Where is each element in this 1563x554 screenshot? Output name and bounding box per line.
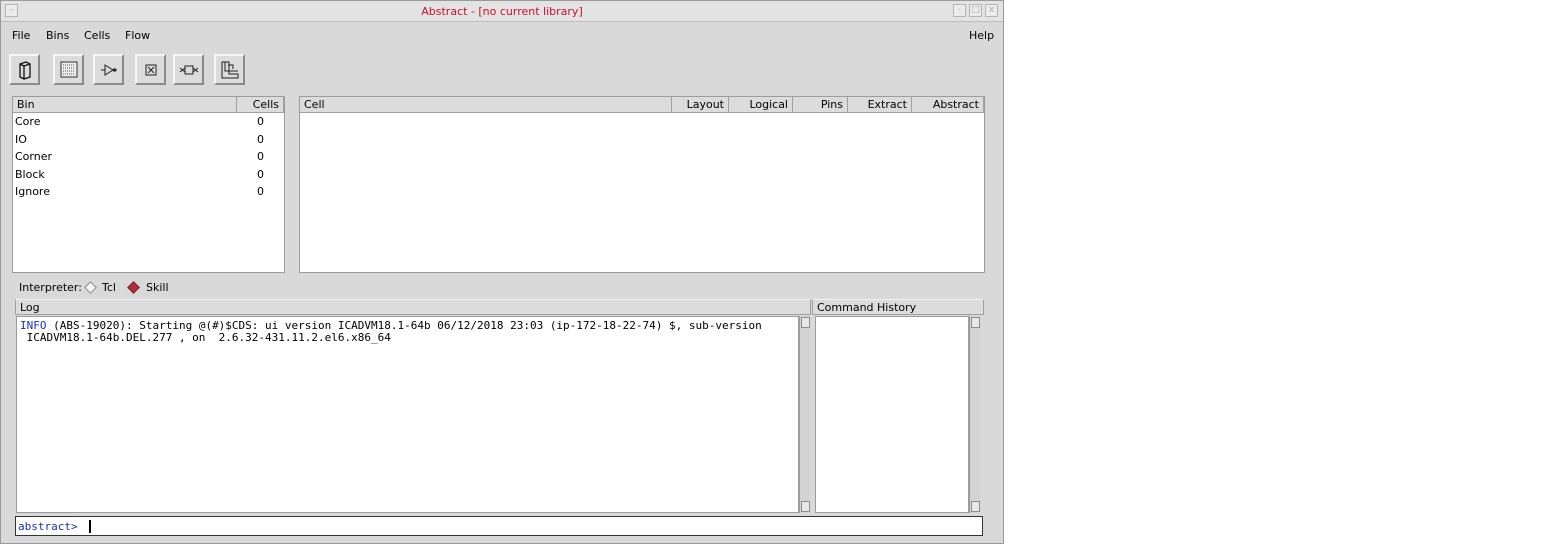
log-output: INFO (ABS-19020): Starting @(#)$CDS: ui … [16, 316, 799, 513]
maximize-icon[interactable]: □ [969, 4, 982, 17]
menu-bar: File Bins Cells Flow Help [1, 22, 1003, 48]
text-cursor [89, 520, 91, 533]
library-icon[interactable] [9, 54, 40, 85]
bins-icon[interactable] [53, 54, 84, 85]
extract-column-header[interactable]: Extract [848, 97, 912, 113]
bin-cell-count: 0 [257, 150, 264, 164]
pin-box-icon[interactable] [135, 54, 166, 85]
cell-column-header[interactable]: Cell [300, 97, 672, 113]
menu-flow[interactable]: Flow [125, 29, 150, 42]
bin-column-header[interactable]: Bin [13, 97, 237, 113]
tcl-radio[interactable] [84, 281, 97, 294]
bin-cell-count: 0 [257, 132, 264, 146]
bin-list: Bin Cells Core 0 IO 0 Corner 0 Block 0 Ignore 0 [12, 96, 285, 273]
tcl-label[interactable]: Tcl [102, 281, 116, 294]
bin-cell-count: 0 [257, 115, 264, 128]
abstract-window: – Abstract - [no current library] - □ x … [0, 0, 1004, 544]
menu-help[interactable]: Help [969, 29, 994, 42]
layout-icon[interactable] [214, 54, 245, 85]
title-bar[interactable]: – Abstract - [no current library] - □ x [1, 1, 1003, 22]
bin-row-ignore[interactable]: Ignore 0 [15, 183, 281, 200]
skill-radio[interactable] [127, 281, 140, 294]
close-icon[interactable]: x [985, 4, 998, 17]
history-scroll-up-icon[interactable] [971, 317, 980, 328]
cell-list: Cell Layout Logical Pins Extract Abstrac… [299, 96, 985, 273]
history-scroll-down-icon[interactable] [971, 501, 980, 512]
bin-row-block[interactable]: Block 0 [15, 166, 281, 183]
logic-gate-icon[interactable] [93, 54, 124, 85]
bin-row-core[interactable]: Core 0 [15, 113, 281, 130]
bin-row-corner[interactable]: Corner 0 [15, 148, 281, 165]
history-scrollbar[interactable] [969, 316, 980, 513]
logical-column-header[interactable]: Logical [729, 97, 793, 113]
history-header: Command History [812, 299, 984, 315]
command-history-list[interactable] [815, 316, 969, 513]
pins-column-header[interactable]: Pins [793, 97, 848, 113]
cell-crossed-icon[interactable] [173, 54, 204, 85]
abstract-column-header[interactable]: Abstract [912, 97, 984, 113]
layout-column-header[interactable]: Layout [672, 97, 729, 113]
window-title: Abstract - [no current library] [421, 5, 583, 18]
cells-column-header[interactable]: Cells [237, 97, 284, 113]
bin-cell-count: 0 [257, 167, 264, 181]
bin-cell-count: 0 [257, 185, 264, 199]
minimize-icon[interactable]: - [953, 4, 966, 17]
bin-row-io[interactable]: IO 0 [15, 131, 281, 148]
log-scrollbar[interactable] [799, 316, 810, 513]
interpreter-label: Interpreter: [19, 281, 82, 294]
log-scroll-down-icon[interactable] [801, 501, 810, 512]
menu-cells[interactable]: Cells [84, 29, 110, 42]
command-input[interactable]: abstract> [15, 516, 983, 536]
skill-label[interactable]: Skill [146, 281, 169, 294]
log-line: ICADVM18.1-64b.DEL.277 , on 2.6.32-431.1… [20, 332, 762, 344]
log-scroll-up-icon[interactable] [801, 317, 810, 328]
log-header: Log [15, 299, 811, 315]
prompt-label: abstract> [18, 520, 78, 533]
menu-file[interactable]: File [12, 29, 30, 42]
log-message: ICADVM18.1-64b.DEL.277 , on 2.6.32-431.1… [20, 331, 391, 344]
menu-bins[interactable]: Bins [46, 29, 69, 42]
